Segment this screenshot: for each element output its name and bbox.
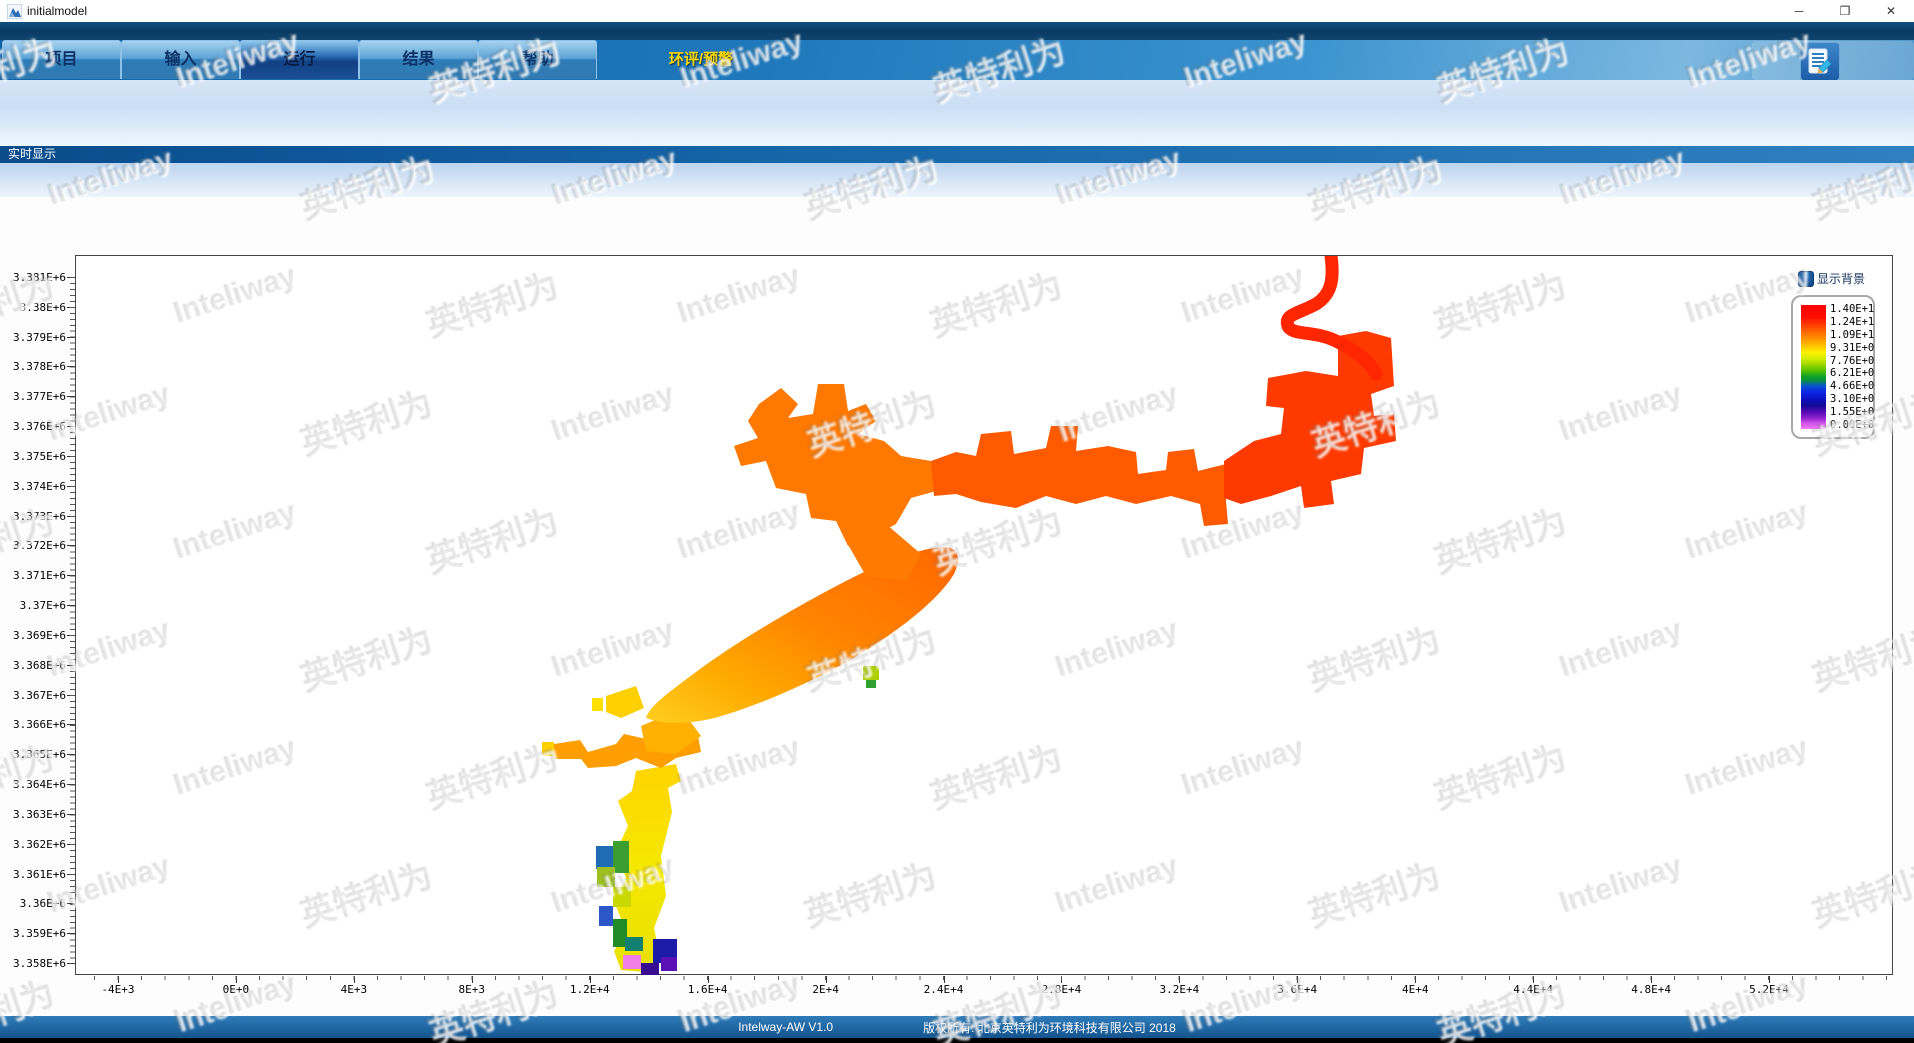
map-middle-channel [931,426,1228,526]
ribbon-tab-row: 项目输入运行结果帮助 [0,40,1914,80]
document-edit-glyph [1807,48,1833,76]
water-temperature-heatmap [76,256,1893,975]
tab-run[interactable]: 运行 [240,40,359,79]
ribbon-highlight-label: 环评/预警 [616,40,786,80]
x-tick-label: 2.4E+4 [909,983,979,996]
legend-value: 1.24E+1 [1830,316,1874,328]
y-tick-label: 3.375E+6 [0,450,66,463]
window-bottom-edge [0,1038,1914,1043]
x-tick-label: -4E+3 [83,983,153,996]
y-tick-label: 3.368E+6 [0,659,66,672]
x-axis-minor-ticks [94,976,1893,980]
legend-value: 1.40E+1 [1830,303,1874,315]
y-tick-label: 3.365E+6 [0,748,66,761]
document-edit-icon[interactable] [1800,42,1840,81]
y-tick-label: 3.372E+6 [0,539,66,552]
x-tick-label: 3.6E+4 [1262,983,1332,996]
y-tick-label: 3.371E+6 [0,569,66,582]
window-title: initialmodel [27,4,87,18]
run-toolbar: 运行模型 已运行 0%。 暂停运行 终止运行 错误信息 [0,80,1914,146]
x-tick-label: 1.2E+4 [555,983,625,996]
legend-value: 0.00E+0 [1830,419,1874,431]
tab-results[interactable]: 结果 [359,40,478,79]
legend-value: 6.21E+0 [1830,367,1874,379]
color-scale-legend: 1.40E+11.24E+11.09E+19.31E+07.76E+06.21E… [1791,295,1875,439]
color-scale-bar [1801,305,1826,429]
y-tick-label: 3.361E+6 [0,868,66,881]
legend-value: 1.09E+1 [1830,329,1874,341]
app-icon [7,4,22,19]
legend-value: 4.66E+0 [1830,380,1874,392]
y-tick-label: 3.364E+6 [0,778,66,791]
y-tick-label: 3.363E+6 [0,808,66,821]
legend-value: 3.10E+0 [1830,393,1874,405]
realtime-controls-row: 关闭图形显示 指标 水温 水层 1 输出间隔(小时) 自定义图谱 显示网格 出入… [0,163,1914,197]
y-tick-label: 3.362E+6 [0,838,66,851]
status-app-version: Intelway-AW V1.0 [738,1020,833,1034]
y-axis-minor-ticks [70,277,75,964]
y-tick-label: 3.359E+6 [0,927,66,940]
x-tick-label: 4.8E+4 [1616,983,1686,996]
application-window: initialmodel ─ ❐ ✕ 项目输入运行结果帮助 环评/预警 运行模型 [0,0,1914,1043]
x-tick-label: 8E+3 [437,983,507,996]
y-tick-label: 3.381E+6 [0,271,66,284]
y-tick-label: 3.36E+6 [0,897,66,910]
status-bar: Intelway-AW V1.0 版权所有: 北京英特利为环境科技有限公司 20… [0,1016,1914,1038]
legend-value: 1.55E+0 [1830,406,1874,418]
title-bar: initialmodel ─ ❐ ✕ [0,0,1914,22]
status-copyright: 版权所有: 北京英特利为环境科技有限公司 2018 [923,1019,1176,1036]
x-tick-label: 3.2E+4 [1144,983,1214,996]
x-tick-label: 4E+4 [1380,983,1450,996]
x-tick-label: 2E+4 [791,983,861,996]
legend-value: 9.31E+0 [1830,342,1874,354]
realtime-section-header: 实时显示 [0,146,1914,163]
tab-project[interactable]: 项目 [2,40,121,79]
window-controls: ─ ❐ ✕ [1776,0,1914,22]
maximize-button[interactable]: ❐ [1822,0,1868,22]
x-tick-label: 2.8E+4 [1026,983,1096,996]
map-northeast-reach [1224,256,1396,508]
show-background-label: 显示背景 [1817,270,1865,287]
tab-help[interactable]: 帮助 [478,40,597,79]
y-tick-label: 3.373E+6 [0,510,66,523]
legend-value: 7.76E+0 [1830,355,1874,367]
color-scale-values: 1.40E+11.24E+11.09E+19.31E+07.76E+06.21E… [1830,303,1874,431]
y-tick-label: 3.379E+6 [0,331,66,344]
close-button[interactable]: ✕ [1868,0,1914,22]
x-tick-label: 4.4E+4 [1498,983,1568,996]
x-tick-label: 5.2E+4 [1734,983,1804,996]
x-tick-label: 4E+3 [319,983,389,996]
map-star-junction [734,384,936,581]
minimize-button[interactable]: ─ [1776,0,1822,22]
y-tick-label: 3.378E+6 [0,360,66,373]
y-tick-label: 3.367E+6 [0,689,66,702]
show-background-checkbox[interactable] [1798,271,1814,287]
map-south-tail [596,764,681,975]
tab-input[interactable]: 输入 [121,40,240,79]
y-tick-label: 3.37E+6 [0,599,66,612]
y-tick-label: 3.374E+6 [0,480,66,493]
x-tick-label: 1.6E+4 [673,983,743,996]
ribbon-top-strip [0,22,1914,40]
y-tick-label: 3.358E+6 [0,957,66,970]
y-tick-label: 3.377E+6 [0,390,66,403]
y-tick-label: 3.38E+6 [0,301,66,314]
map-upstream-snake [1287,256,1376,374]
y-tick-label: 3.376E+6 [0,420,66,433]
y-tick-label: 3.366E+6 [0,718,66,731]
x-tick-label: 0E+0 [201,983,271,996]
y-tick-label: 3.369E+6 [0,629,66,642]
